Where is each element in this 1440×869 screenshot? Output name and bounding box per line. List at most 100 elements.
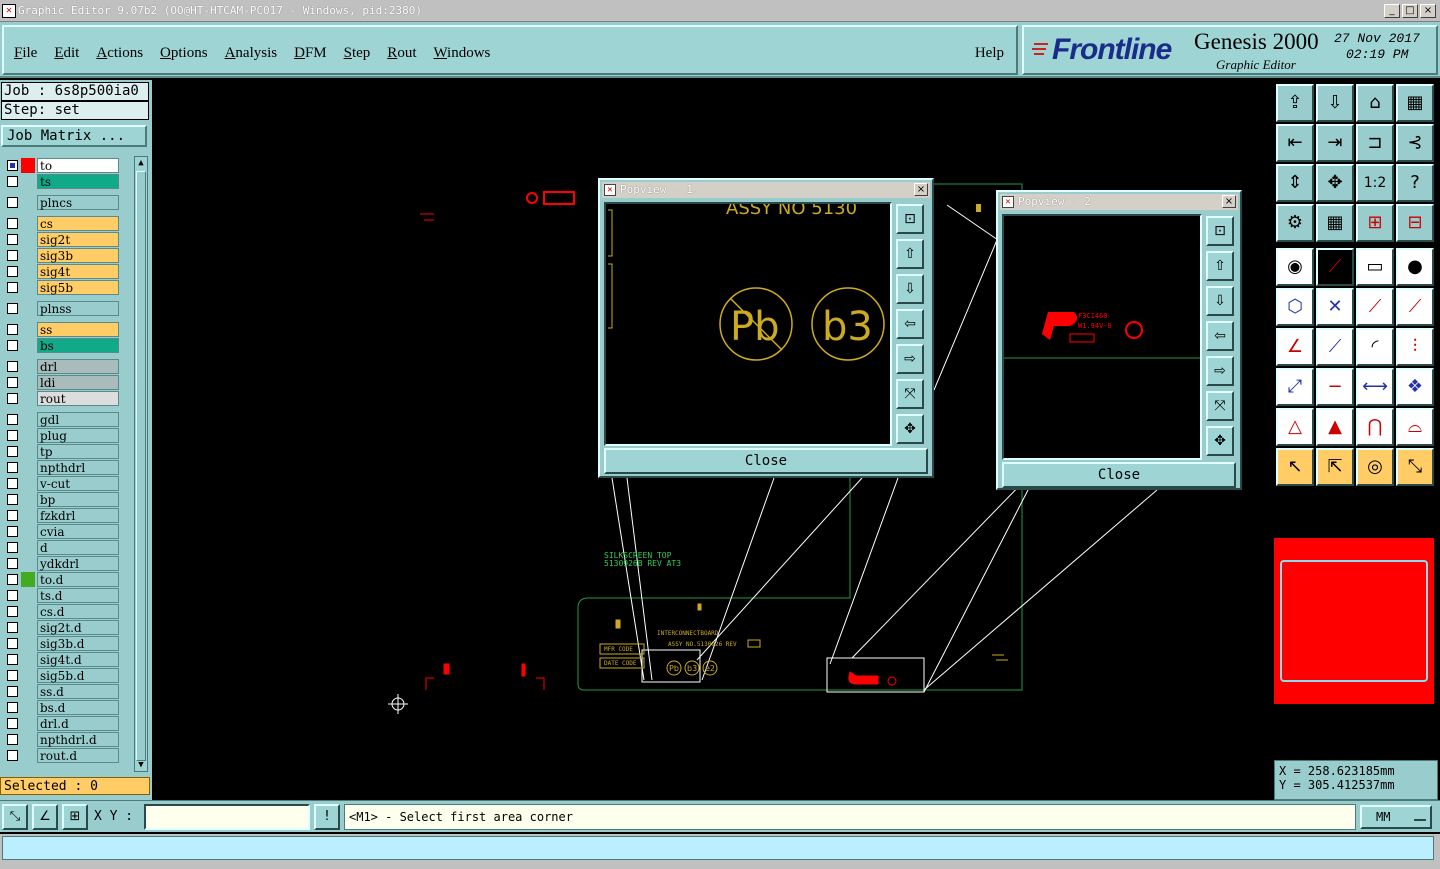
pad-icon[interactable]: ◉ (1276, 248, 1314, 286)
layer-name[interactable]: ts.d (37, 588, 119, 603)
circle-icon[interactable]: ● (1396, 248, 1434, 286)
layer-row-plnss[interactable]: plnss (1, 301, 121, 316)
layer-checkbox[interactable] (7, 218, 18, 229)
layer-name[interactable]: v-cut (37, 476, 119, 491)
layer-row-drl[interactable]: drl (1, 359, 121, 374)
layer-name[interactable]: sig3b.d (37, 636, 119, 651)
layer-checkbox[interactable] (7, 462, 18, 473)
select-circle-icon[interactable]: ◎ (1356, 448, 1394, 486)
layer-row-bp[interactable]: bp (1, 492, 121, 507)
popview-2-pan-down-icon[interactable]: ⇩ (1206, 286, 1234, 316)
layer-checkbox[interactable] (7, 750, 18, 761)
menu-file[interactable]: File (14, 45, 37, 62)
layer-checkbox[interactable] (7, 590, 18, 601)
grid-view-icon[interactable]: ▦ (1396, 84, 1434, 122)
layer-row-rout-d[interactable]: rout.d (1, 748, 121, 763)
arch-icon[interactable]: ⋂ (1356, 408, 1394, 446)
layer-checkbox[interactable] (7, 718, 18, 729)
layer-checkbox[interactable] (7, 361, 18, 372)
layer-row-sig5b-d[interactable]: sig5b.d (1, 668, 121, 683)
layer-row-to[interactable]: to (1, 158, 121, 173)
xy-input[interactable] (144, 804, 310, 830)
layer-row-plug[interactable]: plug (1, 428, 121, 443)
layer-name[interactable]: sig4t.d (37, 652, 119, 667)
layer-row-sig2t[interactable]: sig2t (1, 232, 121, 247)
layer-row-cvia[interactable]: cvia (1, 524, 121, 539)
layer-row-sig3b[interactable]: sig3b (1, 248, 121, 263)
arrow-left-icon[interactable]: ⇤ (1276, 124, 1314, 162)
triangle-up-icon[interactable]: ▲ (1316, 408, 1354, 446)
rotate-icon[interactable]: ⤢ (1276, 368, 1314, 406)
popview-2-close-button[interactable]: Close (1002, 462, 1236, 488)
triangle-icon[interactable]: △ (1276, 408, 1314, 446)
layer-row-plncs[interactable]: plncs (1, 195, 121, 210)
layer-name[interactable]: ts (37, 174, 119, 189)
layer-checkbox[interactable] (7, 734, 18, 745)
layer-color-swatch[interactable] (21, 556, 35, 571)
layer-checkbox[interactable] (7, 654, 18, 665)
minimize-button[interactable]: _ (1384, 4, 1400, 18)
layer-color-swatch[interactable] (21, 248, 35, 263)
layer-checkbox[interactable] (7, 176, 18, 187)
layer-color-swatch[interactable] (21, 572, 35, 587)
close-window-button[interactable]: × (1420, 4, 1436, 18)
layer-name[interactable]: fzkdrl (37, 508, 119, 523)
layer-name[interactable]: ss (37, 322, 119, 337)
layer-name[interactable]: gdl (37, 412, 119, 427)
units-dropdown[interactable]: MM (1360, 805, 1432, 829)
scroll-up-icon[interactable]: ▲ (136, 158, 146, 168)
layer-color-swatch[interactable] (21, 652, 35, 667)
layer-row-bs[interactable]: bs (1, 338, 121, 353)
layer-checkbox[interactable] (7, 510, 18, 521)
move-up-icon[interactable]: ⇪ (1276, 84, 1314, 122)
arrow-right-icon[interactable]: ⇥ (1316, 124, 1354, 162)
layer-color-swatch[interactable] (21, 359, 35, 374)
popview-2-close-icon[interactable]: × (1222, 195, 1236, 208)
select-box-icon[interactable]: ⇱ (1316, 448, 1354, 486)
menu-actions[interactable]: Actions (96, 45, 143, 62)
split-icon[interactable]: ⫶ (1396, 328, 1434, 366)
layer-row-bs-d[interactable]: bs.d (1, 700, 121, 715)
layer-name[interactable]: sig3b (37, 248, 119, 263)
layer-row-cs[interactable]: cs (1, 216, 121, 231)
zoom-box-icon[interactable]: ⊐ (1356, 124, 1394, 162)
layer-color-swatch[interactable] (21, 391, 35, 406)
menu-options[interactable]: Options (160, 45, 208, 62)
menu-help[interactable]: Help (975, 45, 1004, 62)
graphic-canvas[interactable]: SILKSCREEN TOP 5130926B REV AT3 INTERCON… (152, 80, 1272, 800)
popview-1-pan-right-icon[interactable]: ⇨ (896, 344, 924, 374)
layer-color-swatch[interactable] (21, 684, 35, 699)
popview-1-view[interactable]: ASSY NO 5130 Pb b3 (604, 202, 892, 446)
layer-color-swatch[interactable] (21, 301, 35, 316)
popview-2-fit-icon[interactable]: ✥ (1206, 426, 1234, 456)
layer-checkbox[interactable] (7, 702, 18, 713)
measure-distance-icon[interactable]: ⤡ (2, 804, 28, 830)
group-icon[interactable]: ❖ (1396, 368, 1434, 406)
popview-1-zoom-out-icon[interactable]: ⤧ (896, 379, 924, 409)
layer-name[interactable]: cvia (37, 524, 119, 539)
layer-checkbox[interactable] (7, 478, 18, 489)
layer-row-ss-d[interactable]: ss.d (1, 684, 121, 699)
maximize-button[interactable]: □ (1402, 4, 1418, 18)
layer-color-swatch[interactable] (21, 588, 35, 603)
layer-color-swatch[interactable] (21, 492, 35, 507)
layer-checkbox[interactable] (7, 606, 18, 617)
mirror-icon[interactable]: ⊰ (1396, 124, 1434, 162)
layer-checkbox[interactable] (7, 160, 18, 171)
connect-icon[interactable]: ⬡ (1276, 288, 1314, 326)
menu-step[interactable]: Step (344, 45, 371, 62)
popview-1-zoom-box-icon[interactable]: ⊡ (896, 204, 924, 234)
layer-checkbox[interactable] (7, 686, 18, 697)
layer-checkbox[interactable] (7, 494, 18, 505)
popview-1-pan-up-icon[interactable]: ⇧ (896, 239, 924, 269)
measure-icon[interactable]: ⟷ (1356, 368, 1394, 406)
layer-row-v-cut[interactable]: v-cut (1, 476, 121, 491)
layer-row-to-d[interactable]: to.d (1, 572, 121, 587)
layer-name[interactable]: ss.d (37, 684, 119, 699)
layer-name[interactable]: plnss (37, 301, 119, 316)
layer-color-swatch[interactable] (21, 748, 35, 763)
popview-1-pan-down-icon[interactable]: ⇩ (896, 274, 924, 304)
layer-name[interactable]: bp (37, 492, 119, 507)
slope-icon[interactable]: ⟋ (1316, 328, 1354, 366)
layer-color-swatch[interactable] (21, 524, 35, 539)
